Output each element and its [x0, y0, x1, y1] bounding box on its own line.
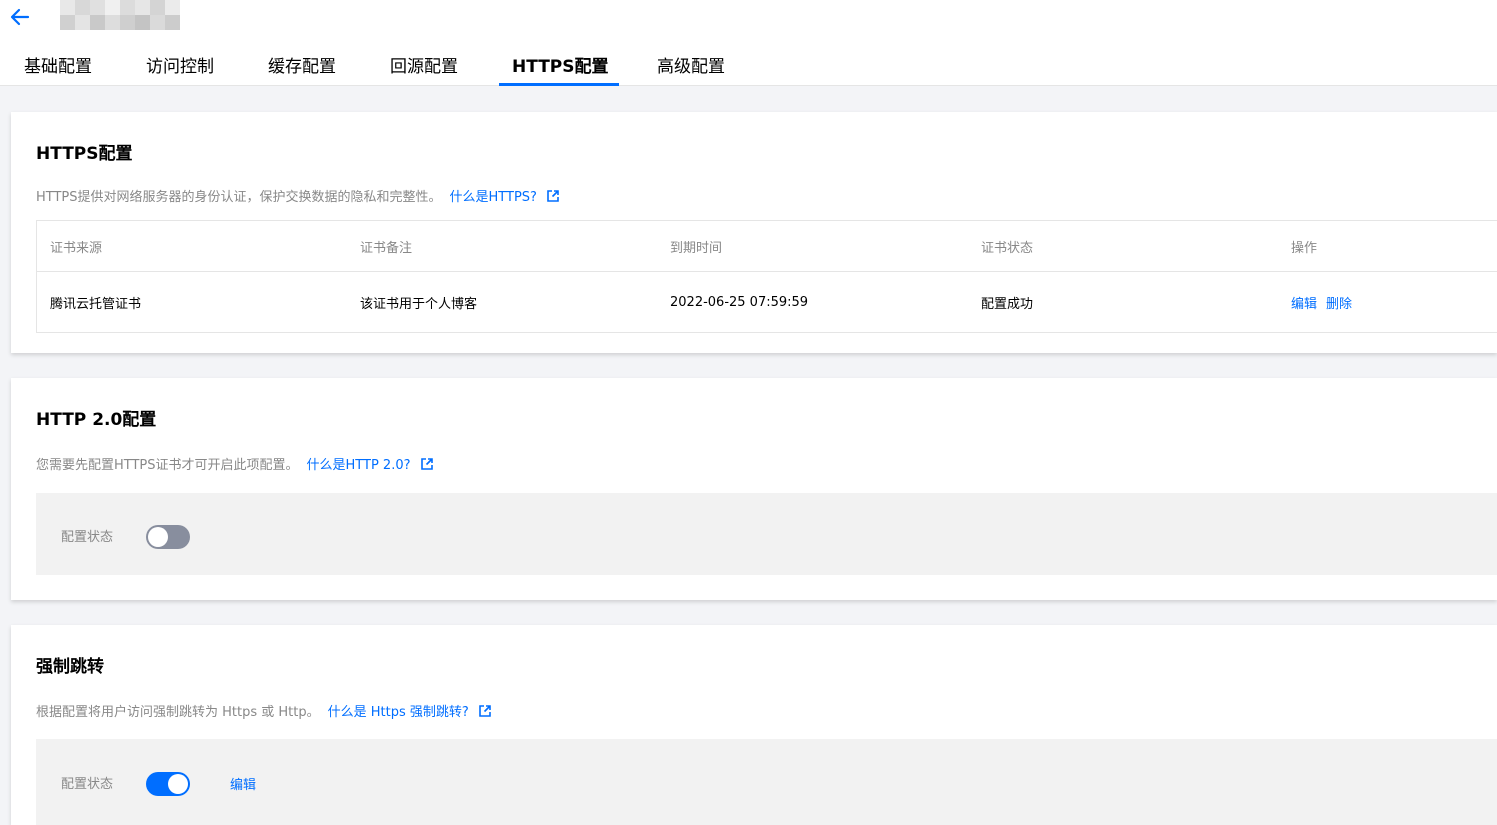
tab-origin[interactable]: 回源配置 — [390, 48, 458, 86]
arrow-left-icon — [8, 5, 32, 29]
blurred-domain-name — [60, 0, 195, 30]
tab-cache[interactable]: 缓存配置 — [268, 48, 336, 86]
redirect-title: 强制跳转 — [36, 652, 104, 677]
external-link-icon[interactable] — [547, 190, 559, 202]
redirect-help-link[interactable]: 什么是 Https 强制跳转? — [328, 705, 469, 720]
https-card: HTTPS配置 HTTPS提供对网络服务器的身份认证，保护交换数据的隐私和完整性… — [11, 112, 1497, 353]
tab-advanced[interactable]: 高级配置 — [657, 48, 725, 86]
cert-status: 配置成功 — [968, 272, 1278, 333]
tab-basic[interactable]: 基础配置 — [24, 48, 92, 86]
http2-status-label: 配置状态 — [61, 526, 113, 545]
redirect-toggle[interactable] — [146, 772, 190, 796]
toggle-knob — [148, 527, 168, 547]
redirect-edit-button[interactable]: 编辑 — [230, 774, 256, 793]
edit-cert-button[interactable]: 编辑 — [1291, 297, 1317, 312]
cert-note: 该证书用于个人博客 — [347, 272, 657, 333]
toggle-knob — [168, 774, 188, 794]
external-link-icon[interactable] — [479, 705, 491, 717]
table-row: 腾讯云托管证书 该证书用于个人博客 2022-06-25 07:59:59 配置… — [37, 272, 1497, 333]
col-note: 证书备注 — [347, 221, 657, 272]
active-tab-indicator — [499, 83, 619, 86]
top-bar: 基础配置 访问控制 缓存配置 回源配置 HTTPS配置 高级配置 — [0, 0, 1497, 86]
http2-card: HTTP 2.0配置 您需要先配置HTTPS证书才可开启此项配置。什么是HTTP… — [11, 378, 1497, 600]
https-desc: HTTPS提供对网络服务器的身份认证，保护交换数据的隐私和完整性。什么是HTTP… — [36, 186, 559, 205]
http2-desc: 您需要先配置HTTPS证书才可开启此项配置。什么是HTTP 2.0? — [36, 454, 433, 473]
tab-https[interactable]: HTTPS配置 — [512, 48, 609, 86]
col-status: 证书状态 — [968, 221, 1278, 272]
https-title: HTTPS配置 — [36, 139, 133, 164]
back-button[interactable] — [8, 5, 32, 29]
https-help-link[interactable]: 什么是HTTPS? — [450, 190, 537, 205]
http2-title: HTTP 2.0配置 — [36, 405, 156, 430]
redirect-card: 强制跳转 根据配置将用户访问强制跳转为 Https 或 Http。什么是 Htt… — [11, 625, 1497, 825]
http2-desc-text: 您需要先配置HTTPS证书才可开启此项配置。 — [36, 458, 299, 473]
col-expires: 到期时间 — [657, 221, 968, 272]
col-actions: 操作 — [1278, 221, 1497, 272]
redirect-status-panel: 配置状态 编辑 — [36, 739, 1497, 825]
table-header-row: 证书来源 证书备注 到期时间 证书状态 操作 — [37, 221, 1497, 272]
cert-table: 证书来源 证书备注 到期时间 证书状态 操作 腾讯云托管证书 该证书用于个人博客… — [36, 220, 1497, 333]
cert-source: 腾讯云托管证书 — [37, 272, 348, 333]
redirect-status-label: 配置状态 — [61, 773, 113, 792]
http2-help-link[interactable]: 什么是HTTP 2.0? — [307, 458, 411, 473]
tab-access-control[interactable]: 访问控制 — [146, 48, 214, 86]
cert-actions: 编辑删除 — [1278, 272, 1497, 333]
http2-toggle[interactable] — [146, 525, 190, 549]
https-desc-text: HTTPS提供对网络服务器的身份认证，保护交换数据的隐私和完整性。 — [36, 190, 442, 205]
http2-status-panel: 配置状态 — [36, 493, 1497, 575]
col-source: 证书来源 — [37, 221, 348, 272]
cert-expires: 2022-06-25 07:59:59 — [657, 272, 968, 333]
external-link-icon[interactable] — [421, 458, 433, 470]
redirect-desc-text: 根据配置将用户访问强制跳转为 Https 或 Http。 — [36, 705, 320, 720]
redirect-desc: 根据配置将用户访问强制跳转为 Https 或 Http。什么是 Https 强制… — [36, 701, 491, 720]
delete-cert-button[interactable]: 删除 — [1326, 297, 1352, 312]
